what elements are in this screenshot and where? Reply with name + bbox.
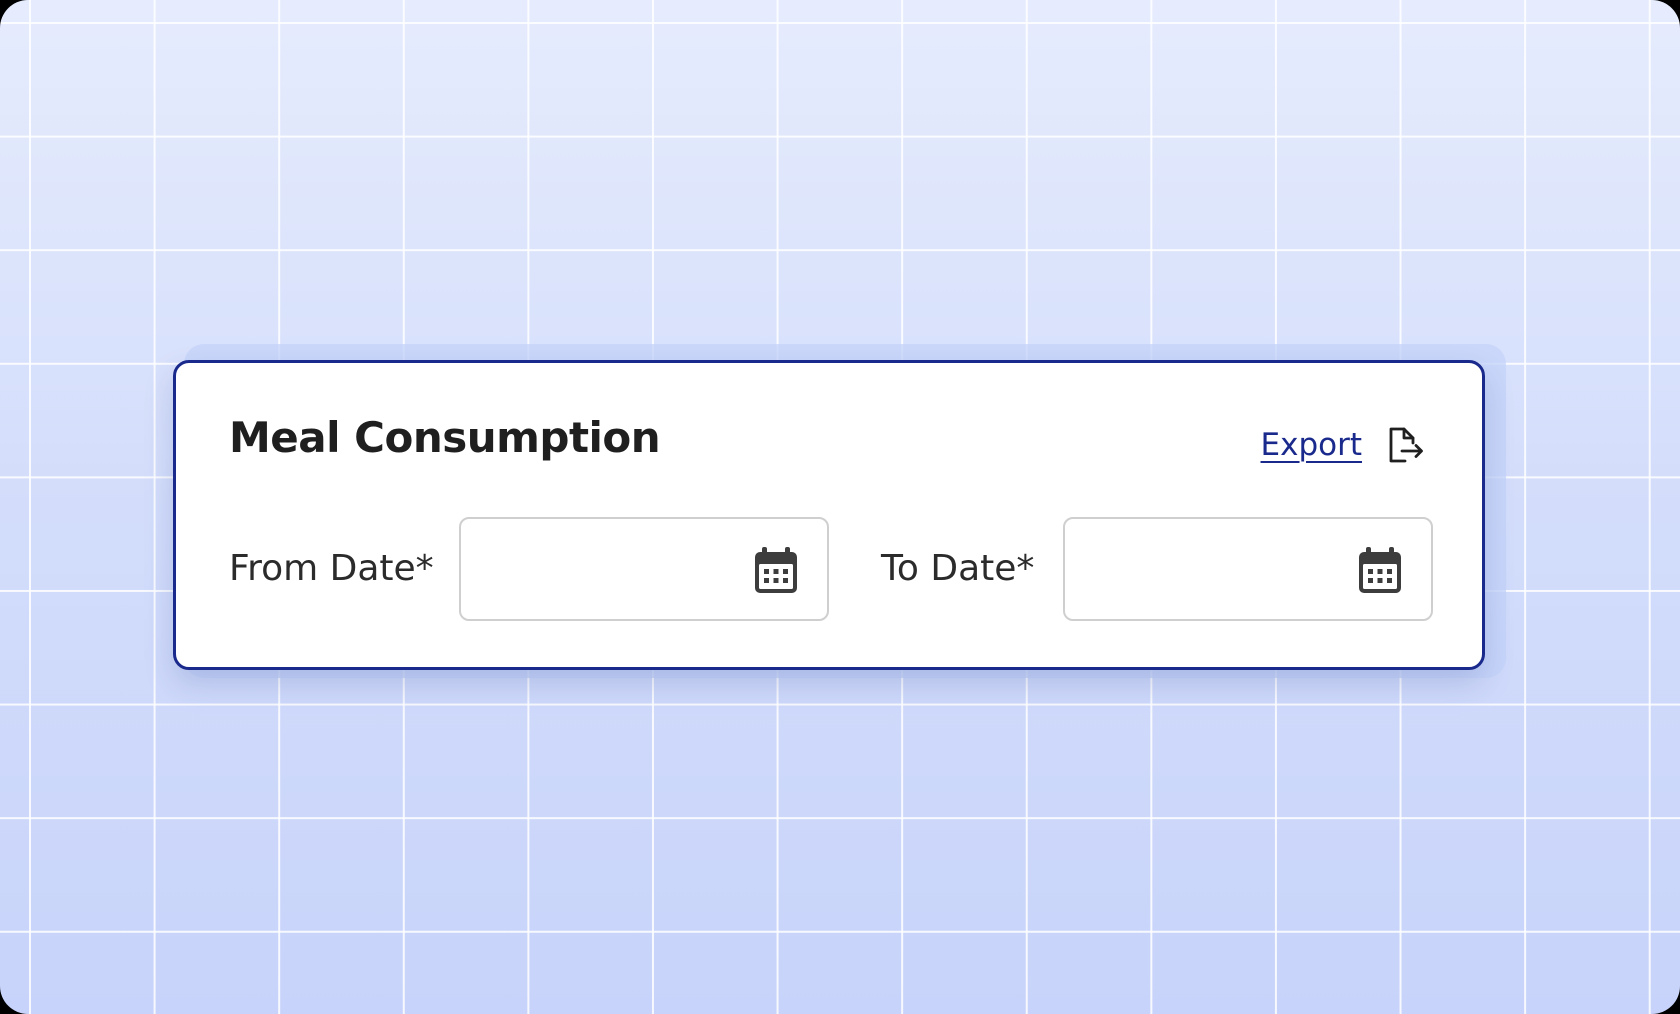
to-date-field[interactable] [1063,517,1433,621]
background-canvas: Meal Consumption Export From Date* To Da… [0,0,1680,1014]
calendar-icon[interactable] [753,546,799,598]
to-date-label: To Date* [881,548,1035,589]
export-label[interactable]: Export [1261,429,1362,461]
calendar-icon[interactable] [1357,546,1403,598]
from-date-field[interactable] [459,517,829,621]
meal-consumption-card: Meal Consumption Export From Date* To Da… [173,360,1485,670]
card-title: Meal Consumption [229,413,661,462]
from-date-label: From Date* [229,548,434,589]
to-date-input[interactable] [1079,519,1353,621]
from-date-input[interactable] [475,519,749,621]
export-button[interactable]: Export [1261,425,1424,465]
file-export-icon[interactable] [1384,425,1424,465]
